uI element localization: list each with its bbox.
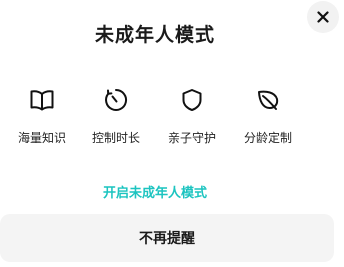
minor-mode-dialog: 未成年人模式 海量知识 控制时长 亲子守护 分龄定制 开启未成年人模式 不再提醒 (0, 0, 344, 267)
enable-minor-mode-link[interactable]: 开启未成年人模式 (0, 182, 310, 201)
close-icon (317, 11, 329, 23)
shield-icon (178, 86, 206, 114)
feature-knowledge: 海量知识 (2, 86, 82, 146)
dont-remind-label: 不再提醒 (139, 231, 195, 247)
dont-remind-button[interactable]: 不再提醒 (0, 214, 334, 262)
feature-list: 海量知识 控制时长 亲子守护 分龄定制 (0, 86, 344, 156)
feature-label: 控制时长 (91, 131, 140, 145)
feature-label: 分龄定制 (243, 131, 292, 145)
timer-icon (102, 86, 130, 114)
feature-label: 海量知识 (17, 131, 66, 145)
dialog-title: 未成年人模式 (94, 24, 215, 46)
feature-label: 亲子守护 (167, 131, 216, 145)
feature-parental-guard: 亲子守护 (152, 86, 232, 146)
feature-time-control: 控制时长 (76, 86, 156, 146)
close-button[interactable] (307, 1, 339, 33)
feature-age-customization: 分龄定制 (228, 86, 308, 146)
book-icon (28, 86, 56, 114)
leaf-icon (254, 86, 282, 114)
